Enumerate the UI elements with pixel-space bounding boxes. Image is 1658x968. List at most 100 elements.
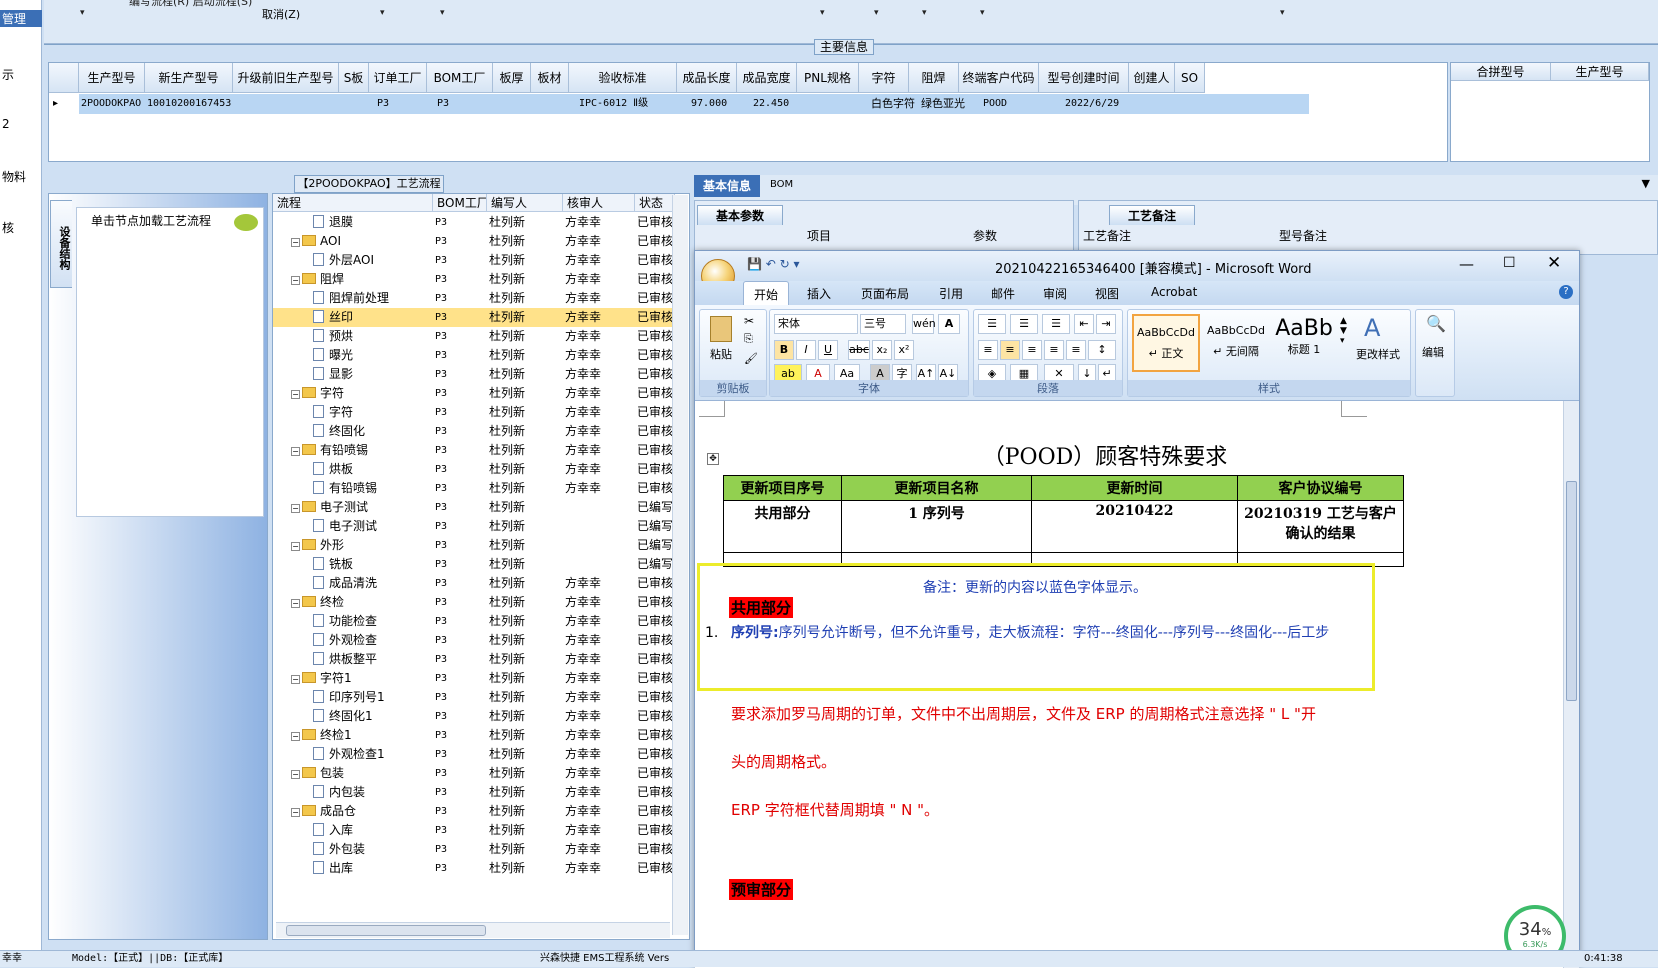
- col-header[interactable]: 板厚: [493, 63, 531, 93]
- dropdown-arrow-icon[interactable]: ▾: [440, 8, 445, 18]
- tab-basic-info[interactable]: 基本信息: [694, 175, 760, 197]
- collapse-icon[interactable]: −: [291, 808, 300, 817]
- tab-bom[interactable]: BOM: [770, 179, 793, 190]
- close-icon[interactable]: ✕: [1547, 253, 1561, 273]
- tree-node[interactable]: 退膜: [313, 213, 431, 232]
- tree-row[interactable]: − 终检1 P3 杜列新 方幸幸 已审核: [273, 726, 673, 745]
- ribbon-tab-view[interactable]: 视图: [1095, 285, 1119, 302]
- underline-icon[interactable]: U: [818, 340, 838, 360]
- tree-row[interactable]: 有铅喷锡 P3 杜列新 方幸幸 已审核: [273, 479, 673, 498]
- tree-node[interactable]: 外观检查: [313, 631, 431, 650]
- table-cell[interactable]: 共用部分: [723, 500, 842, 553]
- cell-mask[interactable]: 绿色亚光: [921, 94, 965, 114]
- tree-row[interactable]: − 终检 P3 杜列新 方幸幸 已审核: [273, 593, 673, 612]
- word-window[interactable]: 💾 ↶ ↻ ▾ 20210422165346400 [兼容模式] - Micro…: [694, 250, 1580, 968]
- note-text[interactable]: 备注：更新的内容以蓝色字体显示。: [695, 577, 1375, 597]
- nav-item-review[interactable]: 核: [0, 219, 42, 236]
- tree-node[interactable]: 显影: [313, 365, 431, 384]
- tree-row[interactable]: 功能检查 P3 杜列新 方幸幸 已审核: [273, 612, 673, 631]
- binoculars-icon[interactable]: 🔍: [1426, 314, 1446, 333]
- copy-icon[interactable]: ⎘: [744, 332, 753, 346]
- load-flow-box[interactable]: 单击节点加载工艺流程: [76, 207, 264, 517]
- tree-node[interactable]: − AOI: [291, 232, 431, 251]
- tree-row[interactable]: 终固化 P3 杜列新 方幸幸 已审核: [273, 422, 673, 441]
- cell-char[interactable]: 白色字符: [871, 94, 915, 114]
- tree-node[interactable]: 入库: [313, 821, 431, 840]
- table-header[interactable]: 更新时间: [1031, 475, 1238, 501]
- tree-row[interactable]: − 字符 P3 杜列新 方幸幸 已审核: [273, 384, 673, 403]
- col-header[interactable]: 验收标准: [569, 63, 677, 93]
- ribbon-tab-insert[interactable]: 插入: [807, 285, 831, 302]
- process-note-tab[interactable]: 工艺备注: [1109, 205, 1195, 225]
- col-header[interactable]: 合拼型号: [1451, 63, 1551, 81]
- table-header[interactable]: 更新项目序号: [723, 475, 842, 501]
- tree-row[interactable]: 退膜 P3 杜列新 方幸幸 已审核: [273, 213, 673, 232]
- distributed-icon[interactable]: ≡: [1066, 340, 1086, 360]
- tree-node[interactable]: 字符: [313, 403, 431, 422]
- style-normal[interactable]: AaBbCcDd ↵ 正文: [1132, 314, 1200, 372]
- col-header-writer[interactable]: 编写人: [487, 194, 563, 212]
- col-header[interactable]: 成品宽度: [737, 63, 797, 93]
- tree-vertical-scrollbar[interactable]: [672, 195, 688, 935]
- edit-button[interactable]: 编辑: [1422, 344, 1444, 360]
- col-header[interactable]: 终端客户代码: [959, 63, 1039, 93]
- align-right-icon[interactable]: ≡: [1022, 340, 1042, 360]
- maximize-icon[interactable]: ☐: [1503, 255, 1516, 271]
- tree-node[interactable]: − 终检1: [291, 726, 431, 745]
- phonetic-icon[interactable]: wén: [912, 314, 936, 334]
- dropdown-arrow-icon[interactable]: ▾: [80, 8, 85, 18]
- chat-bubble-icon[interactable]: [234, 214, 258, 231]
- tree-row[interactable]: 内包装 P3 杜列新 方幸幸 已审核: [273, 783, 673, 802]
- numbering-icon[interactable]: ☰: [1010, 314, 1038, 334]
- quick-access-icons[interactable]: 💾 ↶ ↻ ▾: [747, 257, 800, 271]
- basic-params-tab[interactable]: 基本参数: [697, 205, 783, 225]
- col-header-flow[interactable]: 流程: [273, 194, 433, 212]
- doc-vertical-scrollbar[interactable]: [1563, 401, 1579, 968]
- col-header[interactable]: 成品长度: [677, 63, 737, 93]
- tree-row[interactable]: − 外形 P3 杜列新 已编写: [273, 536, 673, 555]
- paste-icon[interactable]: [710, 316, 732, 342]
- align-center-icon[interactable]: ≡: [1000, 340, 1020, 360]
- tree-node[interactable]: 功能检查: [313, 612, 431, 631]
- dropdown-arrow-icon[interactable]: ▾: [380, 8, 385, 18]
- bold-icon[interactable]: B: [774, 340, 794, 360]
- red-paragraph[interactable]: 头的周期格式。: [731, 751, 836, 772]
- style-no-spacing[interactable]: AaBbCcDd ↵ 无间隔: [1202, 314, 1270, 372]
- tree-node[interactable]: 电子测试: [313, 517, 431, 536]
- font-size-select[interactable]: 三号: [860, 314, 906, 334]
- help-icon[interactable]: ?: [1559, 285, 1573, 299]
- tree-node[interactable]: 铣板: [313, 555, 431, 574]
- cut-icon[interactable]: ✂: [744, 314, 754, 328]
- tree-node[interactable]: 烘板: [313, 460, 431, 479]
- doc-title[interactable]: （POOD）顾客特殊要求: [695, 439, 1515, 471]
- tree-row[interactable]: − 字符1 P3 杜列新 方幸幸 已审核: [273, 669, 673, 688]
- scroll-thumb[interactable]: [286, 925, 486, 936]
- tree-node[interactable]: 有铅喷锡: [313, 479, 431, 498]
- decrease-indent-icon[interactable]: ⇤: [1074, 314, 1094, 334]
- style-heading-1[interactable]: AaBb 标题 1: [1272, 314, 1336, 372]
- paste-button[interactable]: 粘贴: [710, 346, 732, 362]
- tree-node[interactable]: 曝光: [313, 346, 431, 365]
- dropdown-arrow-icon[interactable]: ▾: [922, 8, 927, 18]
- merge-model-grid[interactable]: 合拼型号 生产型号: [1450, 62, 1650, 162]
- tree-node[interactable]: 预烘: [313, 327, 431, 346]
- align-left-icon[interactable]: ≡: [978, 340, 998, 360]
- col-header[interactable]: 阻焊: [909, 63, 959, 93]
- collapse-icon[interactable]: −: [291, 390, 300, 399]
- cell-standard[interactable]: IPC-6012 Ⅱ级: [579, 94, 648, 114]
- tree-node[interactable]: 外包装: [313, 840, 431, 859]
- tree-row[interactable]: − 成品仓 P3 杜列新 方幸幸 已审核: [273, 802, 673, 821]
- cell-created[interactable]: 2022/6/29: [1065, 94, 1119, 114]
- cell-bom-factory[interactable]: P3: [437, 94, 449, 114]
- tree-node[interactable]: 终固化: [313, 422, 431, 441]
- tree-row[interactable]: 入库 P3 杜列新 方幸幸 已审核: [273, 821, 673, 840]
- col-header[interactable]: SO: [1175, 63, 1205, 93]
- collapse-icon[interactable]: −: [291, 447, 300, 456]
- cell-new-model[interactable]: 10010200167453: [147, 94, 231, 114]
- document-page[interactable]: （POOD）顾客特殊要求 ✥ 更新项目序号 更新项目名称 更新时间 客户协议编号…: [695, 401, 1579, 968]
- tree-row[interactable]: 出库 P3 杜列新 方幸幸 已审核: [273, 859, 673, 878]
- ribbon-tab-acrobat[interactable]: Acrobat: [1151, 285, 1197, 299]
- cell-width[interactable]: 22.450: [753, 94, 789, 114]
- tree-row[interactable]: 外观检查1 P3 杜列新 方幸幸 已审核: [273, 745, 673, 764]
- cell-prod-model[interactable]: 2POODOKPAO: [81, 94, 141, 114]
